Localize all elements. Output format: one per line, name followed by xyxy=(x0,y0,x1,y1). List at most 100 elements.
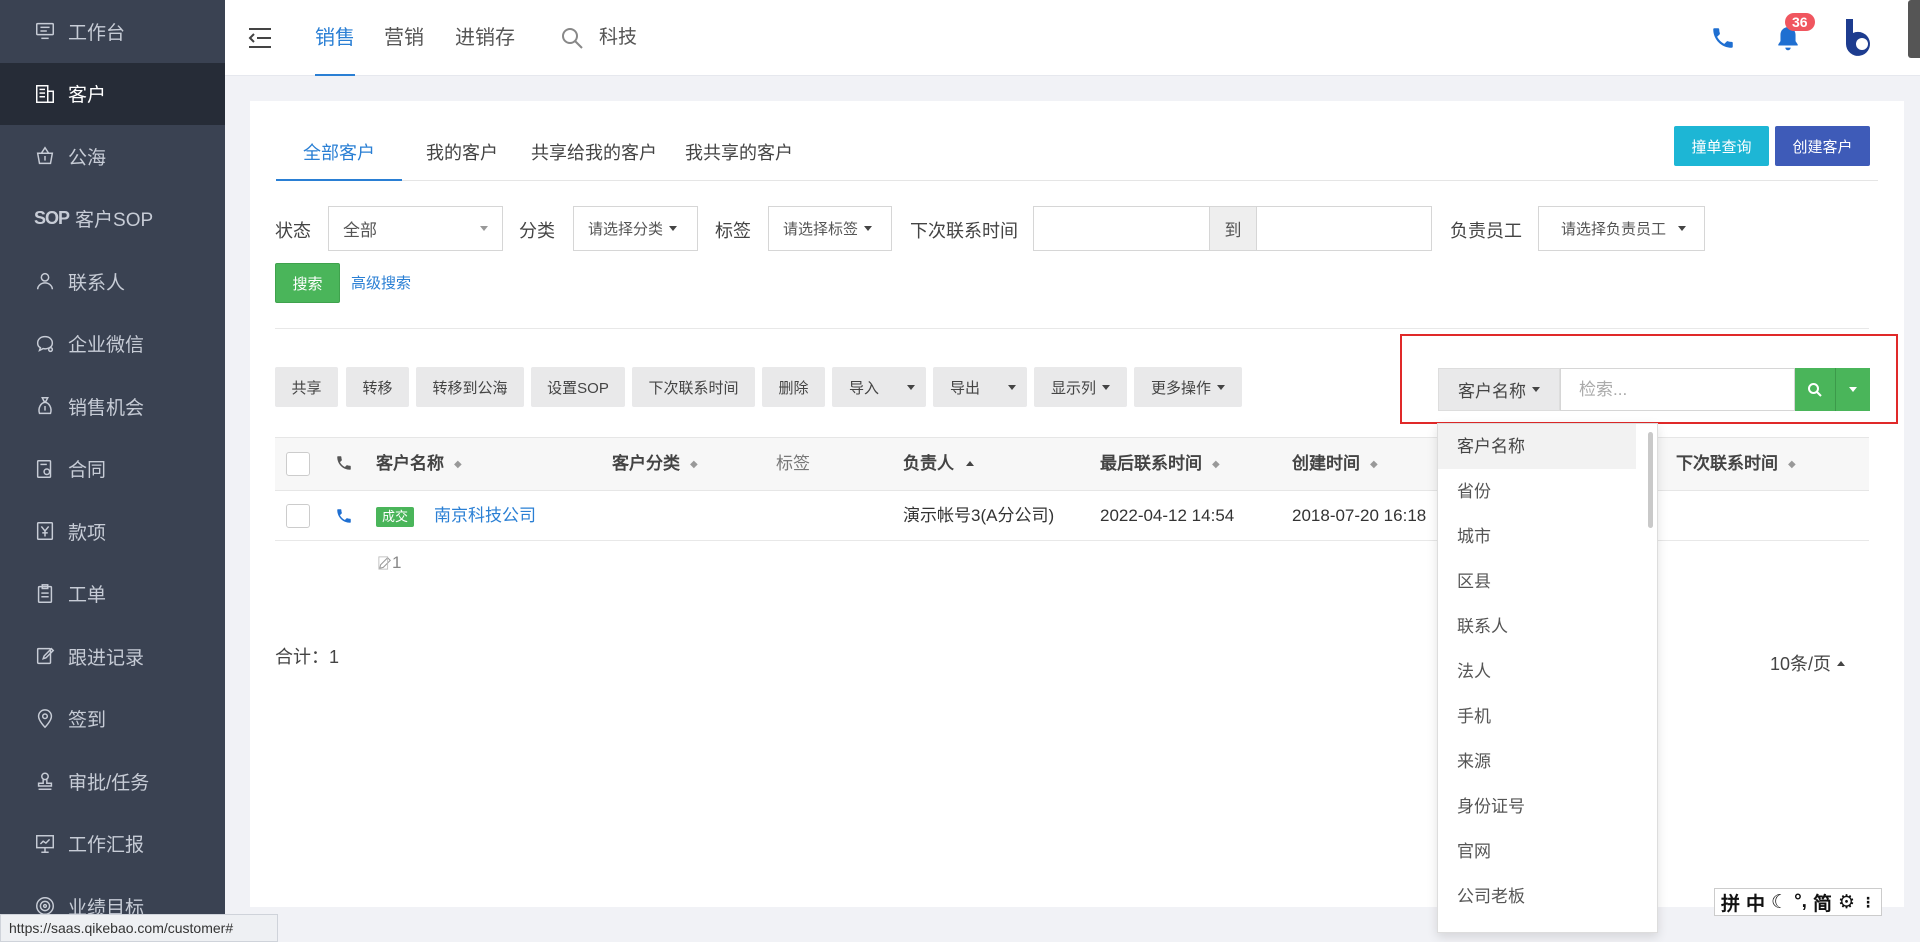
column-header-created[interactable]: 创建时间 ◆ xyxy=(1292,438,1378,491)
dropdown-option[interactable]: 法人 xyxy=(1438,649,1636,694)
sidebar-item-label: 工作台 xyxy=(68,22,126,44)
moneybag-icon xyxy=(34,395,56,417)
phone-icon[interactable] xyxy=(1710,25,1736,51)
column-header-next-contact[interactable]: 下次联系时间 ◆ xyxy=(1676,438,1796,491)
select-all-checkbox[interactable] xyxy=(286,452,310,476)
sidebar-item-5[interactable]: 企业微信 xyxy=(0,313,225,376)
dropdown-option[interactable]: 来源 xyxy=(1438,739,1636,784)
sidebar-item-13[interactable]: 工作汇报 xyxy=(0,813,225,876)
sidebar-item-4[interactable]: 联系人 xyxy=(0,250,225,313)
dropdown-option[interactable]: 手机 xyxy=(1438,694,1636,739)
tab-inventory[interactable]: 进销存 xyxy=(455,0,515,76)
dropdown-option[interactable]: 城市 xyxy=(1438,514,1636,559)
create-customer-button[interactable]: 创建客户 xyxy=(1775,126,1870,166)
chevron-down-icon[interactable] xyxy=(997,384,1027,390)
next-contact-time-button[interactable]: 下次联系时间 xyxy=(632,367,755,407)
customer-name-link[interactable]: 南京科技公司 xyxy=(434,491,536,541)
import-split-button[interactable]: 导入 xyxy=(832,367,926,407)
stamp-icon xyxy=(34,770,56,792)
more-icon[interactable]: ⋮ xyxy=(1861,894,1875,911)
call-phone-icon[interactable] xyxy=(335,507,353,530)
search-icon[interactable] xyxy=(560,26,584,50)
tab-shared-to-me[interactable]: 共享给我的客户 xyxy=(504,127,684,181)
sidebar-item-label: 联系人 xyxy=(68,272,126,294)
global-search-input[interactable]: 科技 xyxy=(599,0,637,76)
search-options-toggle[interactable] xyxy=(1835,368,1870,411)
more-actions-button[interactable]: 更多操作 xyxy=(1134,367,1242,407)
tab-all-customers[interactable]: 全部客户 xyxy=(276,127,402,181)
brand-logo-icon[interactable] xyxy=(1842,17,1880,61)
sidebar-item-2[interactable]: 公海 xyxy=(0,125,225,188)
moon-icon[interactable]: ☾ xyxy=(1771,891,1788,914)
keyword-search-button[interactable] xyxy=(1795,368,1835,411)
edit-count[interactable]: 1 xyxy=(378,553,401,573)
advanced-search-link[interactable]: 高级搜索 xyxy=(351,272,411,293)
show-columns-button[interactable]: 显示列 xyxy=(1034,367,1127,407)
edit-count-value: 1 xyxy=(392,553,402,572)
menu-toggle-icon[interactable] xyxy=(247,26,273,50)
share-button[interactable]: 共享 xyxy=(275,367,338,407)
next-contact-start-input[interactable] xyxy=(1033,206,1210,251)
dropdown-option[interactable]: 联系人 xyxy=(1438,604,1636,649)
transfer-button[interactable]: 转移 xyxy=(346,367,409,407)
sidebar-item-1[interactable]: 客户 xyxy=(0,62,225,125)
keyword-search-input[interactable] xyxy=(1560,368,1795,411)
dropdown-option[interactable]: 身份证号 xyxy=(1438,784,1636,829)
chevron-down-icon xyxy=(864,226,873,231)
sidebar-item-3[interactable]: SOP 客户SOP xyxy=(0,188,225,251)
tag-select[interactable]: 请选择标签 xyxy=(768,206,892,251)
page-size-select[interactable]: 10条/页 xyxy=(1770,650,1846,676)
sidebar-item-6[interactable]: 销售机会 xyxy=(0,375,225,438)
column-header-owner[interactable]: 负责人 xyxy=(903,438,974,490)
ime-toolbar[interactable]: 拼 中 ☾ °, 简 ⚙ ⋮ xyxy=(1714,888,1883,916)
tag-filter-label: 标签 xyxy=(715,221,751,241)
search-button[interactable]: 搜索 xyxy=(275,263,340,303)
ime-mode-char[interactable]: 中 xyxy=(1746,889,1765,916)
sidebar-item-11[interactable]: 签到 xyxy=(0,688,225,751)
filter-divider xyxy=(275,328,1869,329)
column-header-category[interactable]: 客户分类 ◆ xyxy=(612,438,698,491)
dropdown-option[interactable]: 省份 xyxy=(1438,469,1636,514)
dropdown-option[interactable]: 区县 xyxy=(1438,559,1636,604)
contract-icon xyxy=(34,458,56,480)
column-header-name[interactable]: 客户名称 ◆ xyxy=(376,438,462,491)
delete-button[interactable]: 删除 xyxy=(762,367,825,407)
dropdown-scrollbar[interactable] xyxy=(1648,432,1653,528)
next-contact-end-input[interactable] xyxy=(1256,206,1432,251)
tab-shared-by-me[interactable]: 我共享的客户 xyxy=(658,127,820,181)
set-sop-button[interactable]: 设置SOP xyxy=(531,367,625,407)
status-select-value: 全部 xyxy=(343,221,377,240)
chevron-down-icon[interactable] xyxy=(896,384,926,390)
punctuation-icon[interactable]: °, xyxy=(1794,891,1807,913)
gear-icon[interactable]: ⚙ xyxy=(1838,891,1855,914)
sidebar-item-9[interactable]: 工单 xyxy=(0,563,225,626)
owner-select[interactable]: 请选择负责员工 xyxy=(1538,206,1705,251)
transfer-to-pool-button[interactable]: 转移到公海 xyxy=(416,367,524,407)
tab-marketing[interactable]: 营销 xyxy=(384,0,424,76)
sidebar-item-7[interactable]: 合同 xyxy=(0,438,225,501)
collide-check-button[interactable]: 撞单查询 xyxy=(1674,126,1769,166)
dropdown-option[interactable]: 公司老板 xyxy=(1438,874,1636,919)
category-select[interactable]: 请选择分类 xyxy=(573,206,698,251)
tab-sales[interactable]: 销售 xyxy=(315,0,355,76)
dropdown-option[interactable]: 官网 xyxy=(1438,829,1636,874)
edit-icon xyxy=(378,556,391,570)
dropdown-option[interactable]: 客户名称 xyxy=(1438,424,1636,469)
ime-simplified-char[interactable]: 简 xyxy=(1813,889,1832,916)
row-checkbox[interactable] xyxy=(286,504,310,528)
owner-select-placeholder: 请选择负责员工 xyxy=(1561,221,1667,238)
sidebar-item-10[interactable]: 跟进记录 xyxy=(0,625,225,688)
ime-grid-char[interactable]: 拼 xyxy=(1721,889,1740,916)
sidebar-item-0[interactable]: 工作台 xyxy=(0,0,225,63)
column-header-last-contact[interactable]: 最后联系时间 ◆ xyxy=(1100,438,1220,491)
export-split-button[interactable]: 导出 xyxy=(933,367,1027,407)
sidebar-item-12[interactable]: 审批/任务 xyxy=(0,750,225,813)
more-actions-label: 更多操作 xyxy=(1150,379,1211,397)
status-select[interactable]: 全部 xyxy=(328,206,503,251)
column-header-category-label: 客户分类 xyxy=(612,454,680,473)
sort-icon: ◆ xyxy=(1212,459,1220,470)
sidebar-item-label: 跟进记录 xyxy=(68,647,145,669)
search-field-select[interactable]: 客户名称 xyxy=(1438,368,1560,411)
edit-icon xyxy=(34,645,56,667)
sidebar-item-8[interactable]: 款项 xyxy=(0,500,225,563)
